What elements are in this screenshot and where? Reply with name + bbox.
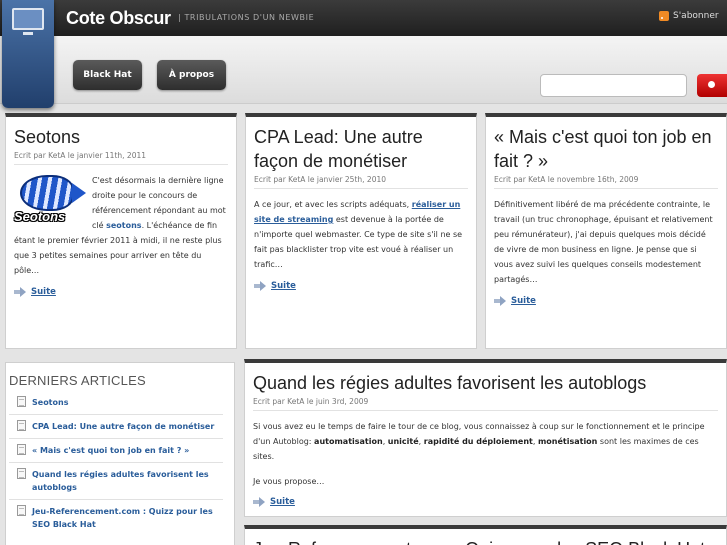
post-title[interactable]: Seotons [14, 125, 228, 149]
document-icon [17, 468, 26, 479]
fish-graphic [20, 175, 86, 211]
read-more-label: Suite [271, 281, 296, 291]
sidebar-item[interactable]: Quand les régies adultes favorisent les … [9, 463, 223, 500]
keyword: rapidité du déploiement [423, 437, 533, 446]
read-more-label: Suite [511, 296, 536, 306]
post-card: Seotons Ecrit par KetA le janvier 11th, … [5, 113, 237, 349]
document-icon [17, 420, 26, 431]
post-excerpt: Si vous avez eu le temps de faire le tou… [253, 419, 718, 464]
read-more-label: Suite [270, 497, 295, 507]
read-more-link[interactable]: Suite [254, 281, 468, 291]
top-bar: Cote Obscur | TRIBULATIONS D'UN NEWBIE S… [0, 0, 727, 36]
site-logo[interactable] [2, 0, 54, 108]
sidebar-item-label: Quand les régies adultes favorisent les … [32, 470, 209, 492]
document-icon [17, 444, 26, 455]
arrow-right-icon [14, 287, 26, 297]
post-excerpt-continued: Je vous propose… [253, 477, 325, 486]
post-excerpt: Seotons C'est désormais la dernière lign… [14, 173, 228, 278]
document-icon [17, 396, 26, 407]
post-card: « Mais c'est quoi ton job en fait ? » Ec… [485, 113, 727, 349]
post-meta: Ecrit par KetA le juin 3rd, 2009 [253, 397, 718, 411]
nav-band: Black Hat À propos [0, 36, 727, 104]
subscribe-label: S'abonner [673, 11, 719, 21]
keyword: monétisation [537, 437, 598, 446]
post-meta: Ecrit par KetA le janvier 11th, 2011 [14, 151, 228, 165]
sidebar-item[interactable]: Jeu-Referencement.com : Quizz pour les S… [9, 500, 223, 536]
post-card-wide: Jeu-Referencement.com : Quizz pour les S… [244, 525, 727, 545]
read-more-label: Suite [31, 287, 56, 297]
post-card-wide: Quand les régies adultes favorisent les … [244, 359, 727, 517]
nav-item-a-propos[interactable]: À propos [157, 60, 226, 90]
sidebar-item-label: « Mais c'est quoi ton job en fait ? » [32, 446, 190, 455]
sidebar-item[interactable]: « Mais c'est quoi ton job en fait ? » [9, 439, 223, 463]
post-title[interactable]: Jeu-Referencement.com : Quizz pour les S… [253, 537, 718, 545]
post-meta: Ecrit par KetA le janvier 25th, 2010 [254, 175, 468, 189]
keyword: automatisation [314, 437, 383, 446]
site-title[interactable]: Cote Obscur [66, 8, 171, 29]
read-more-link[interactable]: Suite [494, 296, 718, 306]
excerpt-text: A ce jour, et avec les scripts adéquats, [254, 200, 412, 209]
sidebar-item[interactable]: Seotons [9, 391, 223, 415]
seotons-fish-image[interactable]: Seotons [14, 173, 86, 229]
site-tagline: | TRIBULATIONS D'UN NEWBIE [178, 13, 315, 22]
sidebar-item-label: Jeu-Referencement.com : Quizz pour les S… [32, 507, 213, 529]
read-more-link[interactable]: Suite [14, 287, 228, 297]
subscribe-link[interactable]: S'abonner [659, 11, 719, 21]
post-title[interactable]: Quand les régies adultes favorisent les … [253, 371, 718, 395]
sidebar-item-label: Seotons [32, 398, 69, 407]
post-excerpt: Définitivement libéré de ma précédente c… [494, 200, 713, 284]
keyword: unicité [387, 437, 419, 446]
sidebar-recent-posts: DERNIERS ARTICLES Seotons CPA Lead: Une … [5, 362, 235, 545]
post-meta: Ecrit par KetA le novembre 16th, 2009 [494, 175, 718, 189]
image-label: Seotons [14, 209, 66, 224]
search-button[interactable] [697, 74, 727, 97]
post-card: CPA Lead: Une autre façon de monétiser E… [245, 113, 477, 349]
rss-icon [659, 11, 669, 21]
excerpt-link[interactable]: seotons [106, 221, 141, 230]
post-title[interactable]: CPA Lead: Une autre façon de monétiser [254, 125, 468, 173]
sidebar-item[interactable]: CPA Lead: Une autre façon de monétiser [9, 415, 223, 439]
post-excerpt: A ce jour, et avec les scripts adéquats,… [254, 197, 468, 272]
sidebar-heading: DERNIERS ARTICLES [9, 373, 146, 388]
arrow-right-icon [254, 281, 266, 291]
read-more-link[interactable]: Suite [253, 497, 718, 507]
post-title[interactable]: « Mais c'est quoi ton job en fait ? » [494, 125, 718, 173]
arrow-right-icon [253, 497, 265, 507]
sidebar-item-label: CPA Lead: Une autre façon de monétiser [32, 422, 215, 431]
arrow-right-icon [494, 296, 506, 306]
document-icon [17, 505, 26, 516]
search-input[interactable] [540, 74, 687, 97]
monitor-icon [12, 8, 44, 35]
nav-item-black-hat[interactable]: Black Hat [73, 60, 142, 90]
